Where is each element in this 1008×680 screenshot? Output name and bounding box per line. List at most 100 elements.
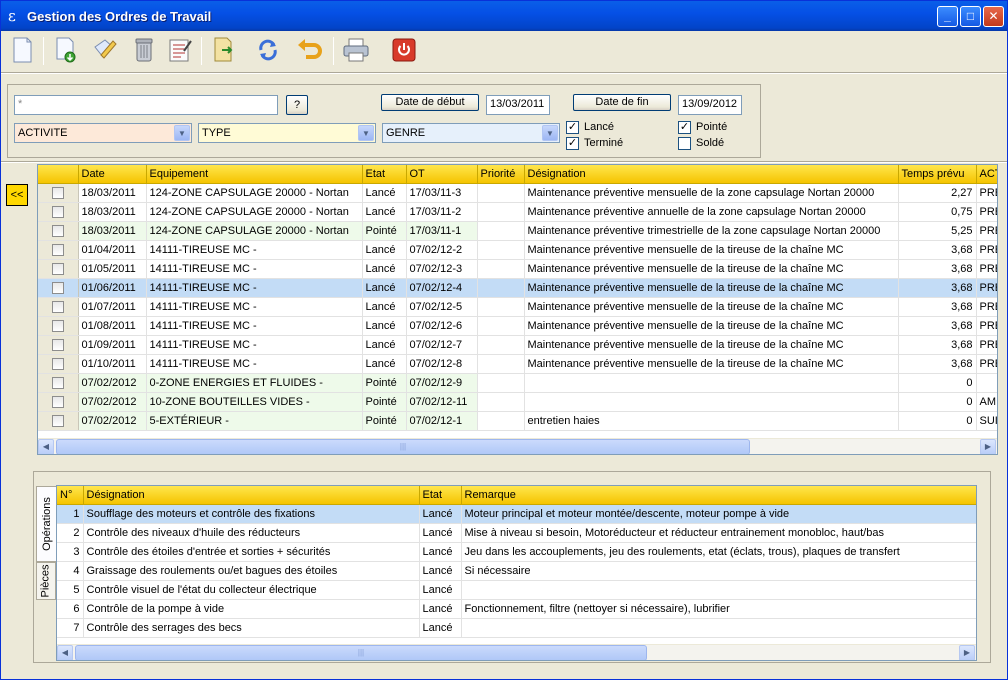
table-row[interactable]: 01/04/2011 14111-TIREUSE MC - Lancé 07/02/1… (38, 240, 997, 260)
table-row[interactable]: 18/03/2011 124-ZONE CAPSULAGE 20000 - Nor… (38, 221, 997, 241)
close-button[interactable]: ✕ (983, 6, 1004, 27)
undo-icon[interactable] (295, 35, 325, 65)
tab-pieces[interactable]: Pièces (36, 562, 56, 600)
table-row[interactable]: 01/06/2011 14111-TIREUSE MC - Lancé 07/02/1… (38, 278, 997, 298)
print-icon[interactable] (341, 35, 371, 65)
activite-select[interactable]: ACTIVITE ▼ (14, 123, 192, 143)
row-checkbox[interactable] (38, 240, 79, 260)
table-row[interactable]: 3 Contrôle des étoiles d'entrée et sortie… (57, 542, 976, 562)
row-checkbox[interactable] (38, 297, 79, 317)
date-fin-field[interactable]: 13/09/2012 (678, 95, 742, 115)
table-row[interactable]: 01/10/2011 14111-TIREUSE MC - Lancé 07/02/1… (38, 354, 997, 374)
help-button[interactable]: ? (286, 95, 308, 115)
scroll-left-icon[interactable]: ◀ (57, 645, 73, 660)
checkbox-icon[interactable] (51, 395, 64, 408)
checkbox-icon[interactable] (51, 414, 64, 427)
row-checkbox[interactable] (38, 354, 79, 374)
checkbox-icon[interactable] (51, 376, 64, 389)
table-row[interactable]: 01/09/2011 14111-TIREUSE MC - Lancé 07/02/1… (38, 335, 997, 355)
row-checkbox[interactable] (38, 259, 79, 279)
scroll-right-icon[interactable]: ▶ (959, 645, 975, 660)
table-row[interactable]: 7 Contrôle des serrages des becs Lancé (57, 618, 976, 638)
table-row[interactable]: 07/02/2012 10-ZONE BOUTEILLES VIDES - Poin… (38, 392, 997, 412)
row-checkbox[interactable] (38, 411, 79, 431)
operations-column-header[interactable]: Désignation (83, 486, 420, 505)
chevron-down-icon[interactable]: ▼ (174, 125, 190, 141)
checkbox-icon[interactable] (51, 357, 64, 370)
row-checkbox[interactable] (38, 278, 79, 298)
checkbox-icon[interactable] (51, 262, 64, 275)
ot-column-header[interactable]: Désignation (524, 165, 899, 184)
row-checkbox[interactable] (38, 392, 79, 412)
checkbox-icon[interactable] (51, 281, 64, 294)
table-cell (477, 278, 525, 298)
collapse-button[interactable]: << (6, 184, 28, 206)
table-row[interactable]: 07/02/2012 0-ZONE ENERGIES ET FLUIDES - Po… (38, 373, 997, 393)
checkbox-icon[interactable] (51, 243, 64, 256)
lance-checkbox[interactable]: ✓ Lancé (566, 121, 646, 135)
ot-column-header[interactable]: Priorité (477, 165, 525, 184)
table-row[interactable]: 18/03/2011 124-ZONE CAPSULAGE 20000 - Nor… (38, 183, 997, 203)
delete-bin-icon[interactable] (129, 35, 159, 65)
row-checkbox[interactable] (38, 183, 79, 203)
row-checkbox[interactable] (38, 202, 79, 222)
maximize-button[interactable]: □ (960, 6, 981, 27)
table-row[interactable]: 2 Contrôle des niveaux d'huile des réduct… (57, 523, 976, 543)
checkbox-icon[interactable] (51, 338, 64, 351)
power-icon[interactable] (389, 35, 419, 65)
report-icon[interactable] (165, 35, 195, 65)
ot-column-header[interactable]: Equipement (146, 165, 363, 184)
export-icon[interactable] (209, 35, 239, 65)
minimize-button[interactable]: _ (937, 6, 958, 27)
checkbox-icon[interactable] (51, 319, 64, 332)
edit-icon[interactable] (89, 35, 119, 65)
operations-column-header[interactable]: N° (57, 486, 84, 505)
ot-column-header[interactable]: Date (78, 165, 147, 184)
operations-horizontal-scrollbar[interactable]: ◀ ||| ▶ (57, 644, 976, 660)
tab-operations[interactable]: Opérations (36, 486, 56, 562)
table-row[interactable]: 01/05/2011 14111-TIREUSE MC - Lancé 07/02/1… (38, 259, 997, 279)
row-checkbox[interactable] (38, 221, 79, 241)
scroll-left-icon[interactable]: ◀ (38, 439, 54, 454)
scroll-thumb[interactable]: ||| (75, 645, 647, 660)
operations-column-header[interactable]: Etat (419, 486, 462, 505)
pointe-checkbox[interactable]: ✓ Pointé (678, 121, 758, 135)
ot-column-header[interactable]: ACT (976, 165, 997, 184)
termine-checkbox[interactable]: ✓ Terminé (566, 137, 646, 151)
refresh-icon[interactable] (253, 35, 283, 65)
ot-column-header[interactable] (38, 165, 79, 184)
checkbox-icon[interactable] (51, 186, 64, 199)
genre-select[interactable]: GENRE ▼ (382, 123, 560, 143)
ot-column-header[interactable]: Etat (362, 165, 407, 184)
checkbox-icon[interactable] (51, 205, 64, 218)
solde-checkbox[interactable]: Soldé (678, 137, 758, 151)
new-document-icon[interactable] (7, 35, 37, 65)
row-checkbox[interactable] (38, 335, 79, 355)
checkbox-icon[interactable] (51, 300, 64, 313)
table-row[interactable]: 01/08/2011 14111-TIREUSE MC - Lancé 07/02/1… (38, 316, 997, 336)
table-row[interactable]: 01/07/2011 14111-TIREUSE MC - Lancé 07/02/1… (38, 297, 997, 317)
chevron-down-icon[interactable]: ▼ (358, 125, 374, 141)
table-row[interactable]: 07/02/2012 5-EXTÉRIEUR - Pointé 07/02/12-1 e… (38, 411, 997, 431)
table-row[interactable]: 5 Contrôle visuel de l'état du collecteur… (57, 580, 976, 600)
date-debut-field[interactable]: 13/03/2011 (486, 95, 550, 115)
type-select[interactable]: TYPE ▼ (198, 123, 376, 143)
title-bar[interactable]: ε Gestion des Ordres de Travail _ □ ✕ (1, 1, 1007, 31)
operations-column-header[interactable]: Remarque (461, 486, 976, 505)
table-row[interactable]: 18/03/2011 124-ZONE CAPSULAGE 20000 - Nor… (38, 202, 997, 222)
scroll-right-icon[interactable]: ▶ (980, 439, 996, 454)
checkbox-icon[interactable] (51, 224, 64, 237)
table-cell: 2 (57, 523, 84, 543)
scroll-thumb[interactable]: ||| (56, 439, 750, 454)
ot-horizontal-scrollbar[interactable]: ◀ ||| ▶ (38, 438, 997, 454)
table-row[interactable]: 1 Soufflage des moteurs et contrôle des f… (57, 504, 976, 524)
table-row[interactable]: 6 Contrôle de la pompe à vide Lancé Fonctio… (57, 599, 976, 619)
search-input[interactable]: * (14, 95, 278, 115)
row-checkbox[interactable] (38, 316, 79, 336)
row-checkbox[interactable] (38, 373, 79, 393)
ot-column-header[interactable]: Temps prévu (898, 165, 977, 184)
table-row[interactable]: 4 Graissage des roulements ou/et bagues d… (57, 561, 976, 581)
import-icon[interactable] (51, 35, 81, 65)
chevron-down-icon[interactable]: ▼ (542, 125, 558, 141)
ot-column-header[interactable]: OT (406, 165, 478, 184)
